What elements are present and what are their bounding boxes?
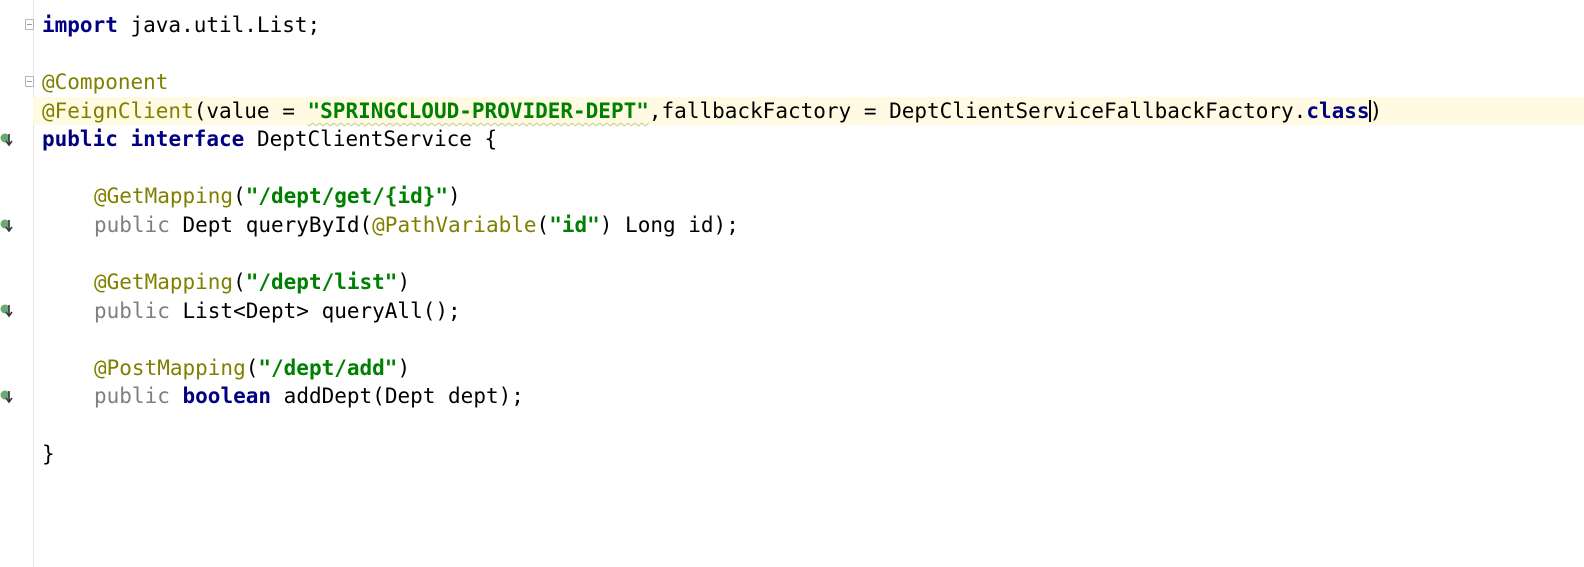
paren: ( [233, 270, 246, 294]
code-editor[interactable]: import java.util.List; @Component @Feign… [0, 0, 1584, 567]
feign-client-annotation: @FeignClient [42, 99, 194, 123]
get-mapping-annotation: @GetMapping [94, 270, 234, 294]
feign-value-string: "SPRINGCLOUD-PROVIDER-DEPT" [307, 99, 649, 123]
code-line-interface[interactable]: public interface DeptClientService { [42, 125, 497, 153]
implemented-method-icon[interactable] [0, 302, 14, 318]
implemented-method-icon[interactable] [0, 217, 14, 233]
import-path: java.util.List; [117, 13, 321, 37]
code-line-query-all[interactable]: public List<Dept> queryAll(); [94, 297, 461, 325]
class-keyword: class [1306, 99, 1370, 123]
paren: ( [233, 184, 246, 208]
post-mapping-annotation: @PostMapping [94, 356, 246, 380]
method-signature: List<Dept> queryAll(); [169, 299, 461, 323]
feign-args-close: ) [1369, 99, 1383, 123]
paren: ) [397, 356, 411, 380]
code-line-post-mapping[interactable]: @PostMapping("/dept/add") [94, 354, 410, 382]
fold-import-icon[interactable] [25, 19, 34, 30]
code-line-get-mapping-1[interactable]: @GetMapping("/dept/get/{id}") [94, 182, 461, 210]
implemented-method-icon[interactable] [0, 388, 14, 404]
get-mapping-annotation: @GetMapping [94, 184, 234, 208]
import-keyword: import [42, 13, 118, 37]
paren: ) [448, 184, 461, 208]
closing-brace: } [42, 442, 55, 466]
interface-name: DeptClientService { [244, 127, 498, 151]
component-annotation: @Component [42, 70, 169, 94]
paren: ) [397, 270, 411, 294]
boolean-keyword: boolean [182, 384, 272, 408]
code-line-query-by-id[interactable]: public Dept queryById(@PathVariable("id"… [94, 211, 739, 239]
public-keyword: public [94, 213, 170, 237]
code-line-feign-client[interactable]: @FeignClient(value = "SPRINGCLOUD-PROVID… [33, 97, 1584, 125]
method-signature: Dept queryById( [169, 213, 373, 237]
public-keyword: public [42, 127, 118, 151]
code-line-component[interactable]: @Component [42, 68, 168, 96]
get-mapping-path: "/dept/list" [245, 270, 398, 294]
public-keyword: public [94, 299, 170, 323]
path-variable-string: "id" [549, 213, 600, 237]
method-signature: addDept(Dept dept); [271, 384, 524, 408]
code-line-import[interactable]: import java.util.List; [42, 11, 320, 39]
paren: ( [536, 213, 550, 237]
code-line-add-dept[interactable]: public boolean addDept(Dept dept); [94, 382, 524, 410]
path-variable-annotation: @PathVariable [372, 213, 537, 237]
method-signature-end: ) Long id); [599, 213, 739, 237]
code-line-closing-brace[interactable]: } [42, 440, 55, 468]
public-keyword: public [94, 384, 170, 408]
paren: ( [245, 356, 259, 380]
feign-args-open: (value = [193, 99, 308, 123]
implemented-interface-icon[interactable] [0, 131, 14, 147]
interface-keyword: interface [130, 127, 245, 151]
post-mapping-path: "/dept/add" [258, 356, 398, 380]
feign-args-mid: ,fallbackFactory = DeptClientServiceFall… [648, 99, 1307, 123]
fold-class-icon[interactable] [25, 76, 34, 87]
code-line-get-mapping-2[interactable]: @GetMapping("/dept/list") [94, 268, 410, 296]
get-mapping-path: "/dept/get/{id}" [245, 184, 449, 208]
